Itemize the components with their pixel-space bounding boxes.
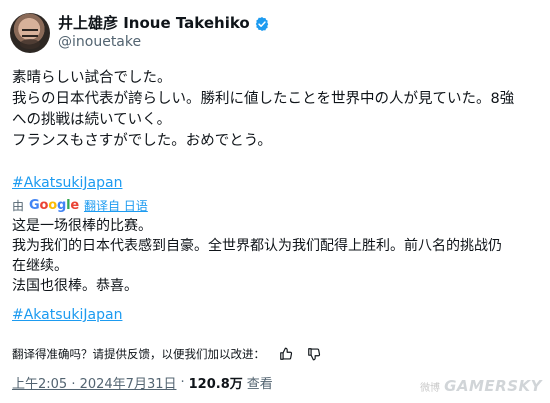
thumbs-down-icon[interactable] bbox=[307, 347, 321, 361]
author-names: 井上雄彦 Inoue Takehiko @inouetake bbox=[58, 14, 270, 51]
meta-separator: · bbox=[180, 375, 185, 390]
author-avatar[interactable] bbox=[10, 13, 50, 53]
translated-line: 我为我们的日本代表感到自豪。全世界都认为我们配得上胜利。前八名的挑战仍 bbox=[12, 238, 502, 254]
view-label: 查看 bbox=[246, 377, 273, 392]
view-count: 120.8万 bbox=[188, 377, 243, 392]
original-line: フランスもさすがでした。おめでとう。 bbox=[12, 133, 272, 149]
hashtag-link[interactable]: #AkatsukiJapan bbox=[12, 175, 122, 191]
gamersky-logo: GAMERSKY bbox=[444, 377, 542, 395]
google-logo: Google bbox=[29, 198, 79, 213]
tweet-card: 井上雄彦 Inoue Takehiko @inouetake 素晴らしい試合でし… bbox=[0, 0, 550, 403]
tweet-original-text: 素晴らしい試合でした。 我らの日本代表が誇らしい。勝利に値したことを世界中の人が… bbox=[12, 68, 537, 152]
thumbs-up-icon[interactable] bbox=[279, 347, 293, 361]
tweet-translated-text: 这是一场很棒的比赛。 我为我们的日本代表感到自豪。全世界都认为我们配得上胜利。前… bbox=[12, 216, 537, 296]
author-display-name[interactable]: 井上雄彦 Inoue Takehiko bbox=[58, 14, 250, 33]
translation-feedback: 翻译得准确吗？请提供反馈，以便我们加以改进： bbox=[12, 346, 321, 362]
translated-line: 这是一场很棒的比赛。 bbox=[12, 218, 152, 234]
translation-attribution: 由 Google 翻译自 日语 bbox=[12, 197, 148, 214]
author-handle[interactable]: @inouetake bbox=[58, 34, 270, 52]
original-line: 我らの日本代表が誇らしい。勝利に値したことを世界中の人が見ていた。8強 bbox=[12, 91, 515, 107]
translated-line: 在继续。 bbox=[12, 258, 68, 274]
weibo-watermark-text: 微博 bbox=[420, 382, 441, 394]
tweet-meta: 上午2:05 · 2024年7月31日 · 120.8万 查看 bbox=[12, 373, 273, 392]
feedback-prompt: 翻译得准确吗？请提供反馈，以便我们加以改进： bbox=[12, 347, 265, 361]
translated-line: 法国也很棒。恭喜。 bbox=[12, 278, 138, 294]
tweet-header: 井上雄彦 Inoue Takehiko @inouetake bbox=[10, 10, 270, 56]
tweet-timestamp[interactable]: 上午2:05 · 2024年7月31日 bbox=[12, 373, 177, 392]
verified-badge-icon bbox=[255, 16, 268, 31]
original-line: 素晴らしい試合でした。 bbox=[12, 70, 172, 86]
translated-hashtag-link[interactable]: #AkatsukiJapan bbox=[12, 307, 122, 323]
translated-by-label: 由 bbox=[12, 199, 25, 213]
original-line: への挑戦は続いていく。 bbox=[12, 112, 172, 128]
gamersky-watermark: 微博 GAMERSKY bbox=[420, 377, 542, 395]
translated-from-link[interactable]: 翻译自 日语 bbox=[84, 197, 148, 214]
